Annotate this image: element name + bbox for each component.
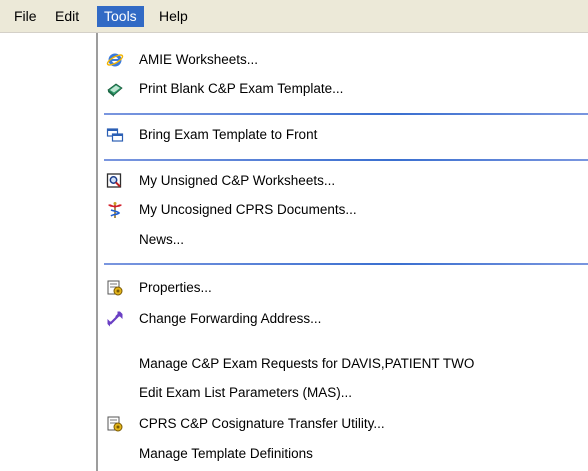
menu-item-label: AMIE Worksheets... — [139, 52, 259, 67]
menu-item-label: My Uncosigned CPRS Documents... — [139, 202, 357, 217]
menu-item-my-unsigned-worksheets[interactable]: My Unsigned C&P Worksheets... — [98, 168, 588, 194]
menu-separator — [104, 113, 588, 115]
properties-icon — [106, 279, 124, 297]
menu-item-cosignature-transfer-utility[interactable]: CPRS C&P Cosignature Transfer Utility... — [98, 411, 588, 437]
menu-help[interactable]: Help — [152, 6, 195, 27]
menu-bar: File Edit Tools Help — [0, 0, 588, 33]
book-icon — [106, 80, 124, 98]
double-arrow-icon — [106, 310, 124, 328]
ie-globe-icon — [106, 51, 124, 69]
windows-stack-icon — [106, 126, 124, 144]
menu-item-label: CPRS C&P Cosignature Transfer Utility... — [139, 416, 385, 431]
caduceus-icon — [106, 201, 124, 219]
menu-separator — [104, 159, 588, 161]
menu-edit[interactable]: Edit — [48, 6, 86, 27]
menu-item-label: Manage Template Definitions — [139, 446, 313, 461]
menu-item-edit-exam-list-parameters[interactable]: Edit Exam List Parameters (MAS)... — [98, 380, 588, 406]
menu-item-label: Manage C&P Exam Requests for DAVIS,PATIE… — [139, 356, 475, 371]
menu-item-manage-exam-requests[interactable]: Manage C&P Exam Requests for DAVIS,PATIE… — [98, 351, 588, 377]
menu-item-label: News... — [139, 232, 185, 247]
menu-item-change-forwarding-address[interactable]: Change Forwarding Address... — [98, 306, 588, 332]
search-document-icon — [106, 172, 124, 190]
menu-item-amie-worksheets[interactable]: AMIE Worksheets... — [98, 47, 588, 73]
menu-item-manage-template-definitions[interactable]: Manage Template Definitions — [98, 441, 588, 467]
menu-item-label: Edit Exam List Parameters (MAS)... — [139, 385, 353, 400]
properties-icon — [106, 415, 124, 433]
menu-item-print-blank-exam-template[interactable]: Print Blank C&P Exam Template... — [98, 76, 588, 102]
menu-item-bring-exam-template-to-front[interactable]: Bring Exam Template to Front — [98, 122, 588, 148]
menu-file[interactable]: File — [7, 6, 44, 27]
menu-item-news[interactable]: News... — [98, 227, 588, 253]
menu-item-label: Properties... — [139, 280, 212, 295]
menu-item-my-uncosigned-cprs-documents[interactable]: My Uncosigned CPRS Documents... — [98, 197, 588, 223]
menu-tools[interactable]: Tools — [97, 6, 144, 27]
menu-item-label: Change Forwarding Address... — [139, 311, 322, 326]
menu-separator — [104, 263, 588, 265]
menu-item-label: My Unsigned C&P Worksheets... — [139, 173, 336, 188]
tools-dropdown-menu: AMIE Worksheets... Print Blank C&P Exam … — [96, 33, 588, 471]
menu-item-properties[interactable]: Properties... — [98, 275, 588, 301]
menu-item-label: Print Blank C&P Exam Template... — [139, 81, 344, 96]
menu-item-label: Bring Exam Template to Front — [139, 127, 318, 142]
